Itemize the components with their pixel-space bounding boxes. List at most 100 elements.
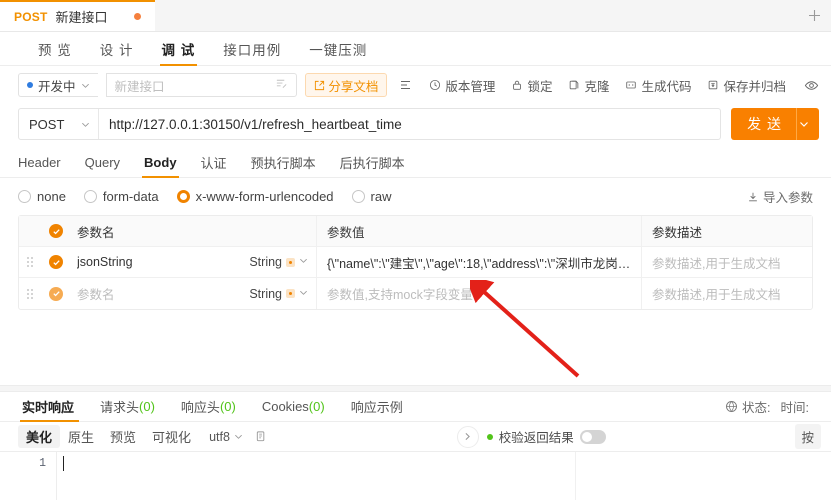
url-input[interactable]: http://127.0.0.1:30150/v1/refresh_heartb… — [99, 109, 720, 139]
tab-auth[interactable]: 认证 — [189, 148, 239, 177]
row-param-type-select[interactable]: String — [249, 287, 316, 301]
row-enabled-checkbox[interactable] — [41, 247, 71, 277]
tab-cookies-label: Cookies — [261, 399, 309, 414]
response-action-button-label: 按 — [801, 431, 815, 445]
tab-debug[interactable]: 调 试 — [148, 32, 210, 66]
clone-button[interactable]: 克隆 — [564, 76, 613, 95]
view-preview[interactable]: 预览 — [102, 425, 144, 448]
tab-design[interactable]: 设 计 — [86, 32, 148, 65]
verify-status-dot-icon — [486, 433, 493, 440]
view-preview-label: 预览 — [110, 430, 137, 445]
response-editor[interactable]: 1 — [0, 452, 831, 500]
body-type-none[interactable]: none — [18, 189, 66, 204]
header-select-all[interactable] — [41, 216, 71, 246]
version-management-button[interactable]: 版本管理 — [425, 76, 499, 95]
tab-body[interactable]: Body — [132, 148, 189, 178]
tab-response-example[interactable]: 响应示例 — [338, 392, 416, 421]
save-archive-label: 保存并归档 — [723, 79, 786, 94]
tab-stress-test[interactable]: 一键压测 — [295, 32, 381, 65]
edit-name-icon[interactable] — [275, 77, 288, 93]
tab-interface-cases[interactable]: 接口用例 — [209, 32, 295, 65]
view-raw[interactable]: 原生 — [60, 425, 102, 448]
tab-header[interactable]: Header — [18, 148, 73, 177]
send-request-button[interactable]: 发 送 — [731, 108, 819, 140]
tab-response-headers[interactable]: 响应头 (0) — [168, 392, 249, 421]
view-beautify[interactable]: 美化 — [18, 425, 61, 448]
tab-unsaved-dot-icon — [133, 13, 141, 20]
row-param-value-cell[interactable]: {\"name\":\"建宝\",\"age\":18,\"address\":… — [317, 247, 642, 277]
encoding-select[interactable]: utf8 — [209, 430, 243, 444]
url-value: http://127.0.0.1:30150/v1/refresh_heartb… — [109, 116, 402, 132]
preview-eye-button[interactable] — [804, 78, 819, 93]
view-raw-label: 原生 — [68, 430, 95, 445]
verify-result-toggle[interactable]: 校验返回结果 — [486, 427, 606, 446]
header-param-value-label: 参数值 — [327, 225, 365, 240]
document-tab-new-interface[interactable]: POST 新建接口 — [0, 0, 155, 31]
tab-interface-cases-label: 接口用例 — [223, 42, 282, 58]
row-drag-handle[interactable] — [19, 278, 41, 309]
toolbar-list-toggle-button[interactable] — [395, 78, 417, 92]
row-drag-handle[interactable] — [19, 247, 41, 277]
row-enabled-checkbox[interactable] — [41, 278, 71, 309]
url-bar: POST http://127.0.0.1:30150/v1/refresh_h… — [18, 108, 722, 140]
tab-preview[interactable]: 预 览 — [24, 32, 86, 65]
tab-post-script-label: 后执行脚本 — [339, 156, 405, 171]
chevron-right-icon — [465, 432, 471, 441]
save-archive-button[interactable]: 保存并归档 — [703, 76, 790, 95]
response-tabs: 实时响应 请求头 (0) 响应头 (0) Cookies (0) 响应示例 状态… — [0, 392, 831, 422]
http-method-select[interactable]: POST — [19, 109, 99, 139]
row-param-name-cell[interactable]: jsonString String — [71, 247, 317, 277]
request-section-tabs: Header Query Body 认证 预执行脚本 后执行脚本 — [0, 148, 831, 178]
lock-label: 锁定 — [527, 79, 553, 94]
text-caret — [63, 456, 64, 471]
plus-icon — [808, 10, 820, 21]
import-params-button[interactable]: 导入参数 — [747, 187, 813, 206]
tab-pre-script[interactable]: 预执行脚本 — [239, 148, 328, 177]
response-action-button[interactable]: 按 — [794, 424, 822, 449]
body-type-form-data[interactable]: form-data — [83, 189, 159, 204]
verify-switch[interactable] — [579, 429, 606, 444]
view-visualize[interactable]: 可视化 — [144, 425, 199, 448]
share-doc-button[interactable]: 分享文档 — [305, 73, 388, 97]
row-param-name-value: jsonString — [77, 255, 133, 269]
tab-cookies[interactable]: Cookies (0) — [249, 392, 338, 421]
body-type-urlencoded[interactable]: x-www-form-urlencoded — [176, 189, 334, 204]
tab-realtime-response[interactable]: 实时响应 — [18, 392, 87, 422]
editor-vertical-rule — [575, 452, 576, 500]
checkmark-icon — [49, 255, 63, 269]
tab-post-script[interactable]: 后执行脚本 — [328, 148, 417, 177]
copy-response-button[interactable] — [255, 430, 268, 443]
url-row: POST http://127.0.0.1:30150/v1/refresh_h… — [0, 104, 831, 148]
chevron-down-icon — [234, 434, 242, 439]
row-param-desc-placeholder: 参数描述,用于生成文档 — [652, 288, 781, 302]
panel-splitter[interactable] — [0, 385, 831, 392]
generate-code-button[interactable]: 生成代码 — [621, 76, 695, 95]
body-type-raw[interactable]: raw — [351, 189, 392, 204]
tab-response-headers-count: (0) — [219, 399, 236, 414]
send-label: 发 送 — [747, 116, 782, 132]
tab-request-headers-label: 请求头 — [100, 400, 140, 415]
add-tab-button[interactable] — [797, 0, 831, 31]
save-icon — [709, 80, 718, 90]
interface-name-input[interactable]: 新建接口 — [105, 73, 298, 97]
row-param-value-placeholder: 参数值,支持mock字段变量 — [327, 288, 473, 302]
import-download-icon — [749, 192, 757, 201]
tab-body-label: Body — [144, 155, 177, 170]
lock-button[interactable]: 锁定 — [507, 76, 556, 95]
verify-result-label: 校验返回结果 — [498, 431, 574, 445]
tab-query[interactable]: Query — [73, 148, 132, 177]
tab-request-headers[interactable]: 请求头 (0) — [87, 392, 168, 421]
response-panel: 实时响应 请求头 (0) 响应头 (0) Cookies (0) 响应示例 状态… — [0, 392, 831, 500]
editor-code-area[interactable] — [56, 452, 831, 500]
eye-icon — [804, 80, 819, 90]
row-param-type-select[interactable]: String — [249, 255, 316, 269]
send-options-caret[interactable] — [796, 108, 819, 140]
row-param-desc-cell[interactable]: 参数描述,用于生成文档 — [642, 247, 812, 277]
status-select[interactable]: 开发中 — [18, 73, 98, 97]
row-param-name-cell[interactable]: 参数名 String — [71, 278, 317, 309]
tab-cookies-count: (0) — [308, 399, 325, 414]
row-param-value-cell[interactable]: 参数值,支持mock字段变量 — [317, 278, 642, 309]
header-param-desc-label: 参数描述 — [652, 225, 703, 240]
collapse-panel-button[interactable] — [456, 425, 479, 448]
row-param-desc-cell[interactable]: 参数描述,用于生成文档 — [642, 278, 812, 309]
